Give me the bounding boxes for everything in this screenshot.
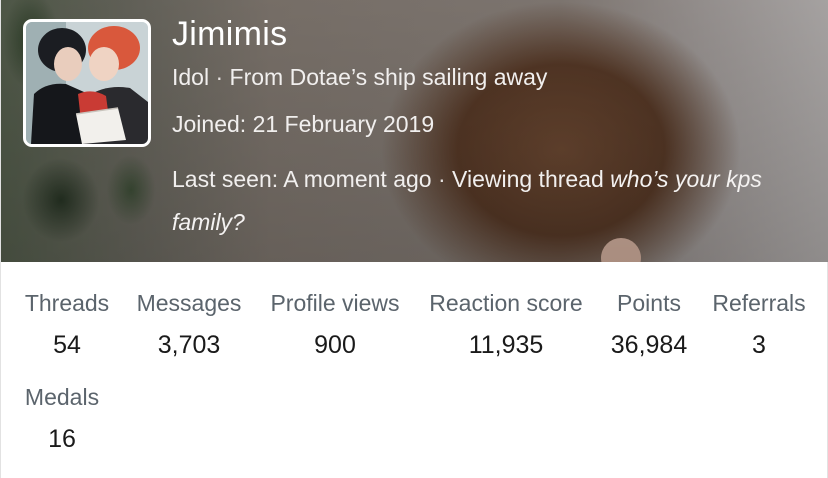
avatar-image	[26, 22, 148, 144]
last-seen-row: Last seen: A moment ago · Viewing thread…	[172, 158, 802, 244]
username[interactable]: Jimimis	[172, 14, 812, 54]
stat-points[interactable]: Points 36,984	[608, 289, 690, 360]
joined-label: Joined:	[172, 111, 247, 137]
stat-label: Threads	[24, 290, 110, 316]
separator: ·	[437, 166, 446, 192]
stat-value: 3	[752, 331, 766, 359]
stat-label: Medals	[24, 384, 100, 410]
joined-row: Joined: 21 February 2019	[172, 109, 812, 139]
avatar[interactable]	[23, 19, 151, 147]
stat-value: 54	[53, 331, 81, 359]
joined-date: 21 February 2019	[252, 111, 435, 137]
stat-profile-views: Profile views 900	[266, 289, 404, 360]
stat-value: 36,984	[610, 331, 688, 359]
profile-banner: Jimimis Idol · From Dotae’s ship sailing…	[1, 0, 828, 262]
stat-value: 3,703	[157, 331, 221, 359]
profile-info: Jimimis Idol · From Dotae’s ship sailing…	[172, 14, 812, 244]
separator: ·	[215, 64, 224, 90]
stat-value: 900	[314, 331, 356, 359]
stat-label: Referrals	[712, 290, 806, 316]
stat-label: Points	[617, 290, 681, 316]
stat-messages[interactable]: Messages 3,703	[133, 289, 245, 360]
stat-label: Profile views	[270, 290, 400, 316]
user-location: From Dotae’s ship sailing away	[229, 64, 548, 90]
stat-medals[interactable]: Medals 16	[21, 383, 103, 454]
last-seen-time: A moment ago	[283, 166, 432, 192]
stat-value: 16	[48, 425, 76, 453]
stat-referrals[interactable]: Referrals 3	[710, 289, 808, 360]
stat-label: Messages	[136, 290, 242, 316]
user-title: Idol	[172, 64, 210, 90]
stat-label: Reaction score	[429, 290, 583, 316]
activity-text: Viewing thread	[452, 166, 604, 192]
stat-value: 11,935	[468, 331, 544, 359]
user-tagline: Idol · From Dotae’s ship sailing away	[172, 62, 812, 92]
stat-threads[interactable]: Threads 54	[23, 289, 111, 360]
member-profile-card: Jimimis Idol · From Dotae’s ship sailing…	[0, 0, 828, 478]
stat-reaction-score[interactable]: Reaction score 11,935	[425, 289, 587, 360]
last-seen-label: Last seen:	[172, 166, 279, 192]
